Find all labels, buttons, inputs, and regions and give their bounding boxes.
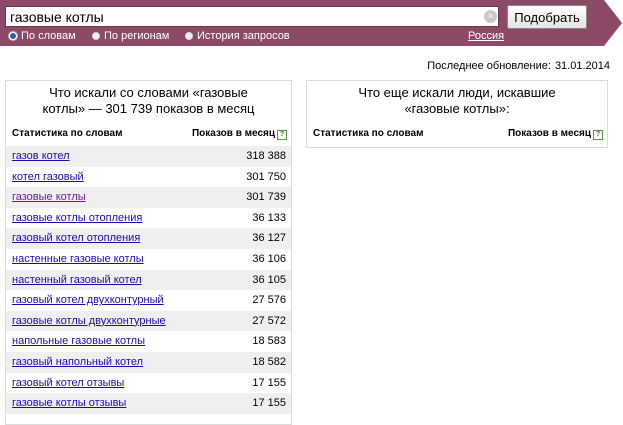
column-header-count: Показов в месяц? bbox=[508, 128, 603, 140]
phrase-link[interactable]: напольные газовые котлы bbox=[12, 335, 145, 347]
column-header-count: Показов в месяц? bbox=[192, 128, 287, 140]
phrase-link[interactable]: настенные газовые котлы bbox=[12, 253, 144, 265]
table-row: настенные газовые котлы 36 106 bbox=[6, 249, 291, 270]
help-icon[interactable]: ? bbox=[277, 130, 287, 140]
impressions-count: 36 127 bbox=[252, 232, 286, 245]
table-row: газов котел 318 388 bbox=[6, 146, 291, 167]
impressions-count: 17 155 bbox=[252, 397, 286, 410]
phrase-link[interactable]: газов котел bbox=[12, 150, 70, 162]
mode-by-words[interactable]: По словам bbox=[9, 30, 76, 42]
header-arrow-decoration bbox=[604, 0, 622, 46]
column-header-count-label: Показов в месяц bbox=[507, 128, 591, 139]
mode-by-regions[interactable]: По регионам bbox=[92, 30, 169, 42]
mode-label: История запросов bbox=[197, 30, 290, 42]
search-input[interactable] bbox=[5, 6, 499, 27]
also-searched-panel: Что еще искали люди, искавшие «газовые к… bbox=[306, 80, 608, 148]
table-row: газовые котлы двухконтурные 27 572 bbox=[6, 310, 291, 332]
column-header-count-label: Показов в месяц bbox=[191, 128, 275, 139]
phrase-link[interactable]: газовые котлы двухконтурные bbox=[12, 315, 166, 327]
impressions-count: 301 739 bbox=[246, 191, 286, 204]
table-row: газовый напольный котел 18 582 bbox=[6, 351, 291, 373]
table-row: газовый котел отзывы 17 155 bbox=[6, 373, 291, 394]
phrase-link[interactable]: газовые котлы bbox=[12, 191, 86, 203]
impressions-count: 18 583 bbox=[252, 335, 286, 348]
phrase-link[interactable]: газовый котел отопления bbox=[12, 232, 140, 244]
column-header-words: Статистика по словам bbox=[12, 128, 123, 139]
table-row: газовые котлы отопления 36 133 bbox=[6, 208, 291, 229]
stats-table: газов котел 318 388 котел газовый 301 750 … bbox=[6, 146, 291, 414]
table-row: напольные газовые котлы 18 583 bbox=[6, 331, 291, 352]
phrase-link[interactable]: газовые котлы отзывы bbox=[12, 397, 126, 409]
impressions-count: 36 133 bbox=[252, 211, 286, 224]
mode-query-history[interactable]: История запросов bbox=[185, 30, 290, 42]
phrase-link[interactable]: газовый котел двухконтурный bbox=[12, 294, 164, 306]
phrase-link[interactable]: газовые котлы отопления bbox=[12, 212, 142, 224]
radio-icon[interactable] bbox=[185, 32, 193, 40]
radio-icon[interactable] bbox=[92, 32, 100, 40]
last-update-date: 31.01.2014 bbox=[554, 60, 610, 72]
impressions-count: 36 105 bbox=[252, 273, 286, 286]
clear-icon[interactable]: × bbox=[484, 10, 497, 23]
table-row: газовые котлы 301 739 bbox=[6, 187, 291, 208]
region-link[interactable]: Россия bbox=[468, 30, 504, 42]
table-row: котел газовый 301 750 bbox=[6, 167, 291, 188]
phrase-link[interactable]: настенный газовый котел bbox=[12, 274, 142, 286]
mode-label: По регионам bbox=[104, 30, 170, 42]
impressions-count: 36 106 bbox=[252, 252, 286, 265]
table-row: газовые котлы отзывы 17 155 bbox=[6, 393, 291, 414]
impressions-count: 301 750 bbox=[246, 170, 286, 183]
panel-title: Что еще искали люди, искавшие «газовые к… bbox=[358, 85, 556, 116]
related-words-panel: Что искали со словами «газовые котлы» — … bbox=[5, 80, 292, 425]
last-update-label: Последнее обновление: bbox=[427, 60, 551, 72]
table-header: Статистика по словам Показов в месяц? bbox=[6, 128, 291, 142]
last-update: Последнее обновление: 31.01.2014 bbox=[423, 60, 610, 72]
impressions-count: 318 388 bbox=[246, 150, 286, 162]
impressions-count: 17 155 bbox=[252, 376, 286, 389]
radio-selected-icon[interactable] bbox=[9, 32, 17, 40]
panel-title: Что искали со словами «газовые котлы» — … bbox=[42, 85, 255, 116]
table-header: Статистика по словам Показов в месяц? bbox=[307, 128, 607, 142]
table-row: настенный газовый котел 36 105 bbox=[6, 269, 291, 291]
phrase-link[interactable]: котел газовый bbox=[12, 171, 84, 183]
phrase-link[interactable]: газовый напольный котел bbox=[12, 356, 143, 368]
submit-button[interactable]: Подобрать bbox=[507, 5, 587, 29]
impressions-count: 27 576 bbox=[252, 294, 286, 307]
phrase-link[interactable]: газовый котел отзывы bbox=[12, 377, 124, 389]
impressions-count: 18 582 bbox=[252, 355, 286, 368]
help-icon[interactable]: ? bbox=[593, 130, 603, 140]
table-row: газовый котел двухконтурный 27 576 bbox=[6, 290, 291, 311]
table-row: газовый котел отопления 36 127 bbox=[6, 228, 291, 249]
impressions-count: 27 572 bbox=[252, 314, 286, 327]
column-header-words: Статистика по словам bbox=[313, 128, 424, 139]
mode-label: По словам bbox=[21, 30, 76, 42]
